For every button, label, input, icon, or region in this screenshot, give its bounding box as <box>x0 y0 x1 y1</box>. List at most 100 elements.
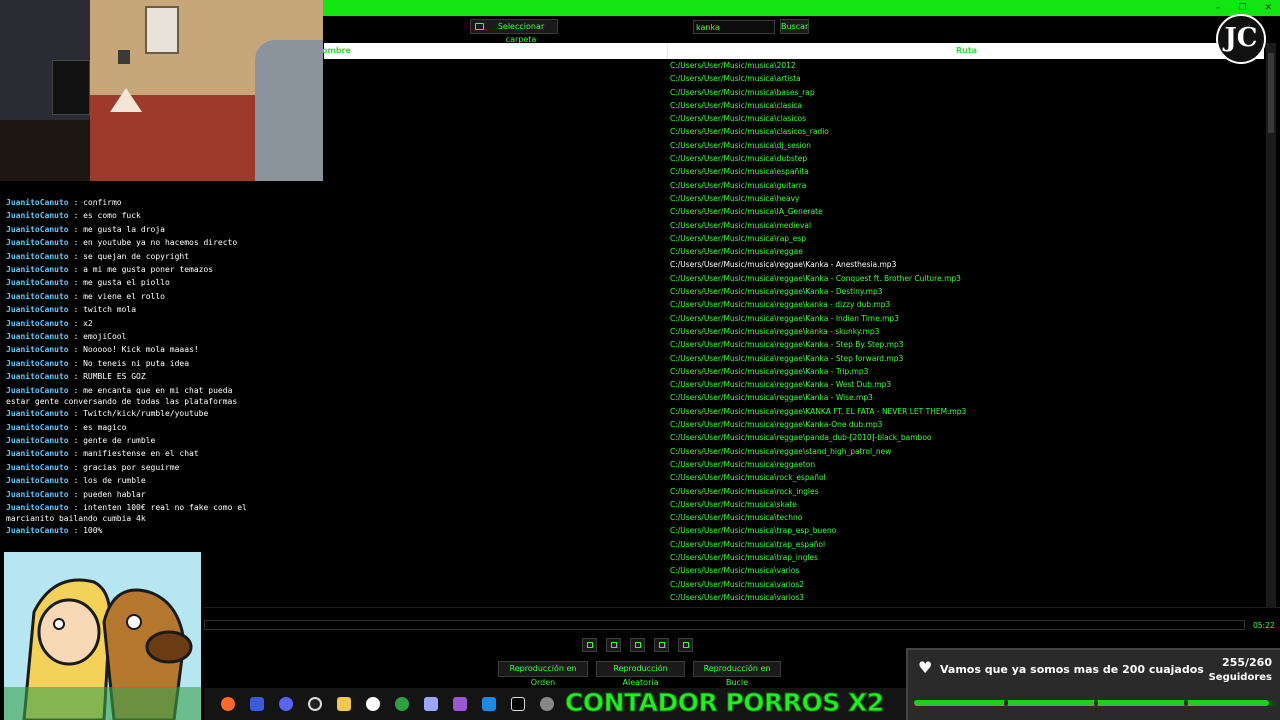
chat-username[interactable]: JuanitoCanuto <box>6 252 69 261</box>
chat-username[interactable]: JuanitoCanuto <box>6 198 69 207</box>
xbox-icon[interactable] <box>395 697 409 711</box>
file-row[interactable]: C:/Users/User/Music/musica\reggaeton <box>670 458 1270 471</box>
visual-studio-icon[interactable] <box>453 697 467 711</box>
file-row[interactable]: C:/Users/User/Music/musica\rock_ingles <box>670 485 1270 498</box>
chat-username[interactable]: JuanitoCanuto <box>6 386 69 395</box>
v-app-icon[interactable] <box>250 697 264 711</box>
file-row[interactable]: C:/Users/User/Music/musica\reggae\stand_… <box>670 445 1270 458</box>
chat-username[interactable]: JuanitoCanuto <box>6 503 69 512</box>
chat-message: JuanitoCanuto : es magico <box>6 421 322 434</box>
file-row[interactable]: C:/Users/User/Music/musica\reggae\Kanka … <box>670 378 1270 391</box>
chat-username[interactable]: JuanitoCanuto <box>6 292 69 301</box>
chat-username[interactable]: JuanitoCanuto <box>6 211 69 220</box>
file-row[interactable]: C:/Users/User/Music/musica\reggae\Kanka … <box>670 365 1270 378</box>
file-row[interactable]: C:/Users/User/Music/musica\reggae\Kanka … <box>670 338 1270 351</box>
file-row[interactable]: C:/Users/User/Music/musica\reggae\KANKA … <box>670 405 1270 418</box>
file-row[interactable]: C:/Users/User/Music/musica\dj_sesion <box>670 139 1270 152</box>
file-row[interactable]: C:/Users/User/Music/musica\dubstep <box>670 152 1270 165</box>
obs-icon[interactable] <box>308 697 322 711</box>
chat-username[interactable]: JuanitoCanuto <box>6 278 69 287</box>
column-header-route[interactable]: Ruta <box>956 46 977 55</box>
pause-button[interactable] <box>630 638 645 652</box>
scroll-thumb[interactable] <box>1268 53 1274 133</box>
file-row[interactable]: C:/Users/User/Music/musica\varios <box>670 564 1270 577</box>
file-row[interactable]: C:/Users/User/Music/musica\trap_español <box>670 538 1270 551</box>
file-row[interactable]: C:/Users/User/Music/musica\varios3 <box>670 591 1270 604</box>
chat-username[interactable]: JuanitoCanuto <box>6 238 69 247</box>
minimize-icon[interactable]: – <box>1216 3 1221 13</box>
chat-username[interactable]: JuanitoCanuto <box>6 409 69 418</box>
file-row[interactable]: C:/Users/User/Music/musica\guitarra <box>670 179 1270 192</box>
select-folder-button[interactable]: Seleccionar carpeta <box>470 19 558 44</box>
shuffle-button[interactable]: Reproducción Aleatoria <box>596 661 685 687</box>
chat-username[interactable]: JuanitoCanuto <box>6 332 69 341</box>
file-row[interactable]: C:/Users/User/Music/musica\varios2 <box>670 578 1270 591</box>
file-row[interactable]: C:/Users/User/Music/musica\trap_ingles <box>670 551 1270 564</box>
chat-username[interactable]: JuanitoCanuto <box>6 225 69 234</box>
chat-username[interactable]: JuanitoCanuto <box>6 305 69 314</box>
file-row[interactable]: C:/Users/User/Music/musica\IA_Generate <box>670 205 1270 218</box>
chat-username[interactable]: JuanitoCanuto <box>6 490 69 499</box>
file-row[interactable]: C:/Users/User/Music/musica\reggae\kanka … <box>670 325 1270 338</box>
chat-username[interactable]: JuanitoCanuto <box>6 345 69 354</box>
search-button[interactable]: Buscar <box>780 19 809 34</box>
chat-username[interactable]: JuanitoCanuto <box>6 526 69 535</box>
discord-icon[interactable] <box>279 697 293 711</box>
file-row[interactable]: C:/Users/User/Music/musica\reggae\Kanka … <box>670 312 1270 325</box>
stop-button[interactable] <box>654 638 669 652</box>
github-icon[interactable] <box>366 697 380 711</box>
file-row[interactable]: C:/Users/User/Music/musica\reggae\Kanka … <box>670 258 1270 271</box>
play-button[interactable] <box>606 638 621 652</box>
chat-username[interactable]: JuanitoCanuto <box>6 449 69 458</box>
file-row[interactable]: C:/Users/User/Music/musica\artista <box>670 72 1270 85</box>
chat-username[interactable]: JuanitoCanuto <box>6 423 69 432</box>
file-row[interactable]: C:/Users/User/Music/musica\reggae\Kanka … <box>670 391 1270 404</box>
firefox-icon[interactable] <box>221 697 235 711</box>
play-in-order-button[interactable]: Reproducción en Orden <box>498 661 588 687</box>
settings-icon[interactable] <box>540 697 554 711</box>
column-header-name[interactable]: ombre <box>322 46 351 55</box>
chat-username[interactable]: JuanitoCanuto <box>6 476 69 485</box>
chat-username[interactable]: JuanitoCanuto <box>6 319 69 328</box>
file-row[interactable]: C:/Users/User/Music/musica\reggae\kanka … <box>670 298 1270 311</box>
folder-icon[interactable] <box>337 697 351 711</box>
search-input[interactable] <box>693 20 775 34</box>
file-row[interactable]: C:/Users/User/Music/musica\reggae\Kanka … <box>670 272 1270 285</box>
file-row[interactable]: C:/Users/User/Music/musica\techno <box>670 511 1270 524</box>
file-row[interactable]: C:/Users/User/Music/musica\medieval <box>670 219 1270 232</box>
loop-button[interactable]: Reproducción en Bucle <box>693 661 781 687</box>
file-row[interactable]: C:/Users/User/Music/musica\españita <box>670 165 1270 178</box>
chat-username[interactable]: JuanitoCanuto <box>6 463 69 472</box>
file-row[interactable]: C:/Users/User/Music/musica\reggae\panda_… <box>670 431 1270 444</box>
file-row[interactable]: C:/Users/User/Music/musica\trap_esp_buen… <box>670 524 1270 537</box>
next-button[interactable] <box>678 638 693 652</box>
maximize-icon[interactable]: ❐ <box>1238 3 1246 13</box>
chat-username[interactable]: JuanitoCanuto <box>6 372 69 381</box>
file-row[interactable]: C:/Users/User/Music/musica\reggae <box>670 245 1270 258</box>
chat-username[interactable]: JuanitoCanuto <box>6 436 69 445</box>
file-row[interactable]: C:/Users/User/Music/musica\reggae\Kanka … <box>670 352 1270 365</box>
file-row[interactable]: C:/Users/User/Music/musica\clasicos <box>670 112 1270 125</box>
vscode-icon[interactable] <box>482 697 496 711</box>
select-folder-label: Seleccionar carpeta <box>497 22 545 44</box>
previous-button[interactable] <box>582 638 597 652</box>
file-row[interactable]: C:/Users/User/Music/musica\heavy <box>670 192 1270 205</box>
chat-username[interactable]: JuanitoCanuto <box>6 265 69 274</box>
file-row[interactable]: C:/Users/User/Music/musica\clasica <box>670 99 1270 112</box>
file-row[interactable]: C:/Users/User/Music/musica\reggae\Kanka-… <box>670 418 1270 431</box>
file-row[interactable]: C:/Users/User/Music/musica\2012 <box>670 59 1270 72</box>
file-row[interactable]: C:/Users/User/Music/musica\clasicos_radi… <box>670 125 1270 138</box>
file-row[interactable]: C:/Users/User/Music/musica\reggae\Kanka … <box>670 285 1270 298</box>
chat-username[interactable]: JuanitoCanuto <box>6 359 69 368</box>
chat-text: : me encanta que en mi chat pueda <box>68 385 233 395</box>
file-row[interactable]: C:/Users/User/Music/musica\skate <box>670 498 1270 511</box>
shield-icon[interactable] <box>424 697 438 711</box>
close-icon[interactable]: ✕ <box>1264 3 1272 13</box>
file-row[interactable]: C:/Users/User/Music/musica\rap_esp <box>670 232 1270 245</box>
terminal-icon[interactable] <box>511 697 525 711</box>
file-row[interactable]: C:/Users/User/Music/musica\bases_rap <box>670 86 1270 99</box>
vertical-scrollbar[interactable] <box>1266 43 1276 608</box>
file-row[interactable]: C:/Users/User/Music/musica\rock_español <box>670 471 1270 484</box>
column-divider[interactable] <box>667 43 668 59</box>
seek-bar[interactable] <box>204 620 1245 630</box>
